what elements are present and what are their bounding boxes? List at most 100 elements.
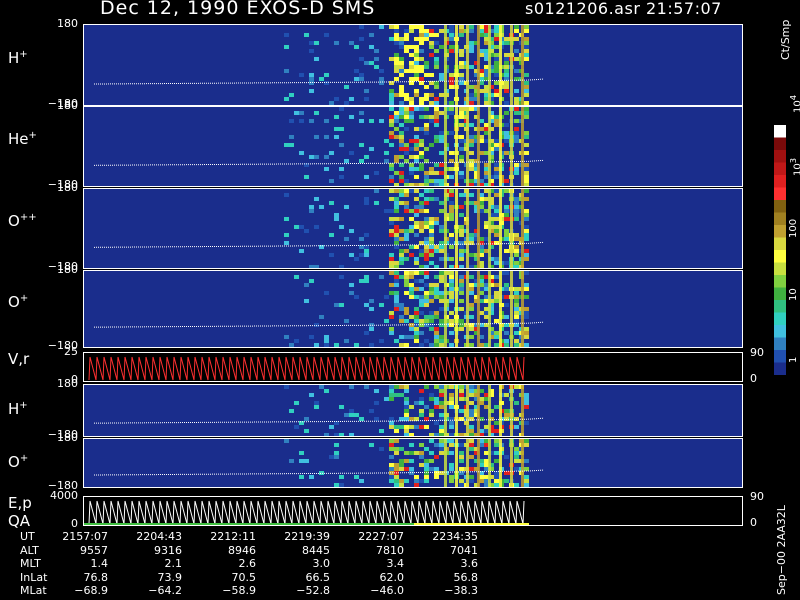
spectrogram-cell bbox=[449, 451, 454, 455]
spectrogram-cell bbox=[314, 45, 319, 49]
spectrogram-cell bbox=[439, 447, 444, 451]
spectrogram-cell bbox=[514, 385, 519, 389]
spectrogram-cell bbox=[399, 459, 404, 463]
spectrogram-cell bbox=[429, 183, 434, 186]
spectrogram-cell bbox=[469, 291, 474, 295]
spectrogram-cell bbox=[304, 101, 309, 105]
spectrogram-cell bbox=[399, 163, 404, 167]
spectrogram-cell bbox=[389, 291, 394, 295]
spectrogram-cell bbox=[429, 467, 434, 471]
spectrogram-stripe bbox=[488, 439, 491, 487]
footer-cell: 2234:35 bbox=[432, 530, 478, 543]
spectrogram-cell bbox=[524, 89, 529, 93]
spectrogram-cell bbox=[399, 61, 404, 65]
spectrogram-cell bbox=[414, 45, 419, 49]
spectrogram-cell bbox=[419, 37, 424, 41]
spectrogram-cell bbox=[524, 49, 529, 53]
spectrogram-cell bbox=[469, 335, 474, 339]
spectrogram-cell bbox=[434, 331, 439, 335]
spectrogram-cell bbox=[304, 425, 309, 429]
spectrogram-cell bbox=[294, 57, 299, 61]
spectrogram-cell bbox=[524, 421, 529, 425]
spectrogram-cell bbox=[524, 101, 529, 105]
spectrogram-cell bbox=[419, 143, 424, 147]
spectrogram-cell bbox=[504, 205, 509, 209]
colorbar-tick-sup: 4 bbox=[788, 94, 798, 101]
spectrogram-cell bbox=[294, 111, 299, 115]
colorbar-tick: 1 bbox=[788, 356, 799, 363]
spectrogram-cell bbox=[414, 311, 419, 315]
spectrogram-cell bbox=[414, 167, 419, 171]
spectrogram-cell bbox=[449, 417, 454, 421]
spectrogram-cell bbox=[429, 253, 434, 257]
panel-label-o_plus_2: O+ bbox=[8, 453, 28, 471]
spectrogram-cell bbox=[344, 205, 349, 209]
spectrogram-cell bbox=[524, 237, 529, 241]
spectrogram-cell bbox=[409, 225, 414, 229]
spectrogram-cell bbox=[514, 163, 519, 167]
spectrogram-cell bbox=[414, 93, 419, 97]
spectrogram-cell bbox=[379, 53, 384, 57]
spectrogram-cell bbox=[284, 217, 289, 221]
spectrogram-cell bbox=[429, 343, 434, 347]
spectrogram-cell bbox=[334, 433, 339, 436]
spectrogram-cell bbox=[504, 315, 509, 319]
panel-label-sup: ++ bbox=[19, 212, 37, 224]
spectrogram-cell bbox=[469, 347, 474, 348]
spectrogram-cell bbox=[409, 471, 414, 475]
spectrogram-cell bbox=[504, 111, 509, 115]
panel-o_plus_1 bbox=[83, 270, 743, 348]
spectrogram-cell bbox=[494, 29, 499, 33]
spectrogram-cell bbox=[459, 205, 464, 209]
spectrogram-cell bbox=[389, 421, 394, 425]
spectrogram-cell bbox=[399, 463, 404, 467]
panel-label-text: V,r bbox=[8, 350, 30, 368]
spectrogram-cell bbox=[494, 119, 499, 123]
spectrogram-cell bbox=[404, 335, 409, 339]
spectrogram-cell bbox=[434, 217, 439, 221]
spectrogram-cell bbox=[524, 257, 529, 261]
spectrogram-cell bbox=[514, 209, 519, 213]
spectrogram-cell bbox=[504, 409, 509, 413]
spectrogram-cell bbox=[469, 179, 474, 183]
spectrogram-cell bbox=[404, 249, 409, 253]
spectrogram-cell bbox=[309, 311, 314, 315]
spectrogram-cell bbox=[449, 443, 454, 447]
spectrogram-stripe bbox=[510, 271, 513, 347]
spectrogram-cell bbox=[419, 201, 424, 205]
spectrogram-cell bbox=[434, 41, 439, 45]
spectrogram-cell bbox=[414, 487, 419, 488]
spectrogram-cell bbox=[469, 201, 474, 205]
spectrogram-cell bbox=[369, 323, 374, 327]
panel-label-sup: + bbox=[19, 399, 28, 411]
spectrogram-cell bbox=[404, 459, 409, 463]
spectrogram-cell bbox=[469, 467, 474, 471]
spectrogram-cell bbox=[474, 487, 479, 488]
spectrogram-cell bbox=[449, 49, 454, 53]
spectrogram-cell bbox=[449, 385, 454, 389]
spectrogram-cell bbox=[399, 111, 404, 115]
spectrogram-cell bbox=[424, 249, 429, 253]
spectrogram-cell bbox=[524, 131, 529, 135]
y-tick-label: 0 bbox=[71, 517, 78, 530]
spectrogram-cell bbox=[459, 455, 464, 459]
colorbar-swatch bbox=[774, 275, 786, 288]
spectrogram-cell bbox=[449, 393, 454, 397]
spectrogram-cell bbox=[494, 295, 499, 299]
spectrogram-cell bbox=[394, 225, 399, 229]
spectrogram-cell bbox=[399, 57, 404, 61]
spectrogram-cell bbox=[449, 25, 454, 29]
spectrogram-cell bbox=[374, 189, 379, 193]
spectrogram-cell bbox=[469, 107, 474, 111]
spectrogram-cell bbox=[449, 323, 454, 327]
spectrogram-cell bbox=[439, 425, 444, 429]
spectrogram-cell bbox=[334, 41, 339, 45]
footer-cell: 70.5 bbox=[231, 570, 257, 584]
spectrogram-cell bbox=[419, 225, 424, 229]
spectrogram-cell bbox=[409, 111, 414, 115]
spectrogram-cell bbox=[379, 81, 384, 85]
spectrogram-cell bbox=[324, 33, 329, 37]
spectrogram-cell bbox=[394, 61, 399, 65]
spectrogram-cell bbox=[469, 447, 474, 451]
spectrogram-cell bbox=[494, 229, 499, 233]
